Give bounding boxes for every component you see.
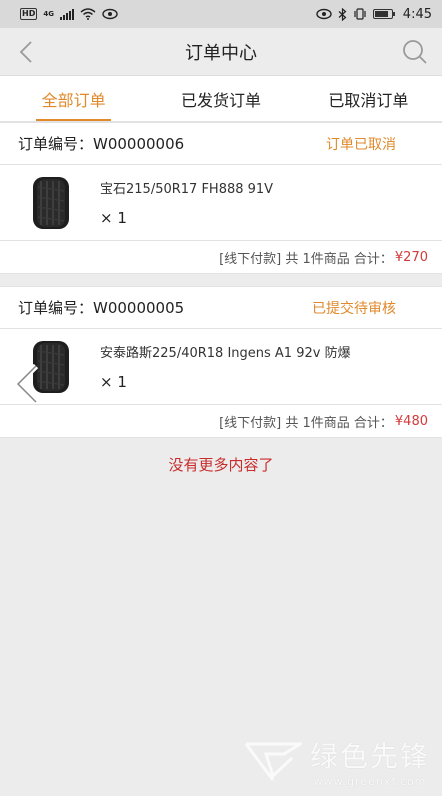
no-more-content: 没有更多内容了 bbox=[168, 456, 274, 474]
watermark: 绿色先锋 www.greenxf.com bbox=[244, 735, 430, 788]
hd-badge: HD bbox=[20, 8, 38, 20]
status-bar: HD 4G 4:45 bbox=[0, 0, 442, 28]
page-title: 订单中心 bbox=[185, 42, 257, 64]
tire-thumbnail bbox=[18, 173, 84, 233]
status-left: HD 4G bbox=[20, 8, 118, 20]
status-time: 4:45 bbox=[402, 6, 432, 22]
order-card[interactable]: 订单编号：W00000005 已提交待审核 安泰路斯225/40R18 Inge… bbox=[0, 286, 442, 438]
nav-bar: 订单中心 bbox=[0, 28, 442, 76]
item-name: 安泰路斯225/40R18 Ingens A1 92v 防爆 bbox=[100, 346, 351, 361]
order-number: 订单编号：W00000006 bbox=[18, 135, 185, 153]
order-status: 已提交待审核 bbox=[312, 300, 396, 317]
order-header: 订单编号：W00000006 订单已取消 bbox=[0, 123, 442, 165]
tab-all-orders[interactable]: 全部订单 bbox=[0, 76, 147, 121]
item-quantity: × 1 bbox=[100, 373, 127, 391]
order-summary-text: [线下付款] 共 1件商品 合计： bbox=[219, 251, 393, 267]
order-card[interactable]: 订单编号：W00000006 订单已取消 宝石215/50R17 FH888 9… bbox=[0, 122, 442, 274]
item-name: 宝石215/50R17 FH888 91V bbox=[100, 182, 274, 197]
battery-level bbox=[374, 11, 388, 17]
order-total: ¥480 bbox=[394, 413, 428, 429]
edge-back-chevron-icon[interactable] bbox=[10, 362, 44, 406]
order-tabs: 全部订单 已发货订单 已取消订单 bbox=[0, 76, 442, 122]
order-item[interactable]: 安泰路斯225/40R18 Ingens A1 92v 防爆 × 1 bbox=[0, 329, 442, 405]
network-type: 4G bbox=[43, 10, 54, 18]
watermark-logo bbox=[244, 742, 302, 781]
status-right: 4:45 bbox=[316, 7, 432, 22]
watermark-title: 绿色先锋 bbox=[309, 740, 430, 773]
tire-image bbox=[33, 176, 69, 229]
eye-comfort-icon bbox=[102, 8, 118, 20]
item-quantity: × 1 bbox=[100, 209, 127, 227]
signal-icon bbox=[59, 8, 74, 20]
battery-icon bbox=[372, 9, 395, 19]
item-info: 安泰路斯225/40R18 Ingens A1 92v 防爆 × 1 bbox=[100, 342, 351, 391]
wifi-icon bbox=[80, 8, 96, 20]
order-total: ¥270 bbox=[394, 249, 428, 265]
chevron-left-icon bbox=[19, 41, 32, 63]
item-info: 宝石215/50R17 FH888 91V × 1 bbox=[100, 178, 273, 227]
watermark-url: www.greenxf.com bbox=[313, 775, 427, 788]
order-status: 订单已取消 bbox=[326, 136, 396, 153]
search-icon bbox=[403, 40, 427, 64]
order-item[interactable]: 宝石215/50R17 FH888 91V × 1 bbox=[0, 165, 442, 241]
tab-cancelled-orders[interactable]: 已取消订单 bbox=[295, 76, 442, 121]
order-number: 订单编号：W00000005 bbox=[18, 299, 185, 317]
tab-shipped-orders[interactable]: 已发货订单 bbox=[147, 76, 294, 121]
bluetooth-icon bbox=[338, 7, 347, 21]
vibrate-icon bbox=[354, 8, 366, 20]
order-summary: [线下付款] 共 1件商品 合计： ¥480 bbox=[0, 405, 442, 437]
back-button[interactable] bbox=[12, 38, 40, 66]
order-summary: [线下付款] 共 1件商品 合计： ¥270 bbox=[0, 241, 442, 273]
search-button[interactable] bbox=[400, 38, 430, 66]
order-header: 订单编号：W00000005 已提交待审核 bbox=[0, 287, 442, 329]
watermark-text: 绿色先锋 www.greenxf.com bbox=[310, 735, 430, 788]
order-summary-text: [线下付款] 共 1件商品 合计： bbox=[219, 415, 393, 431]
eye-icon bbox=[316, 8, 332, 20]
